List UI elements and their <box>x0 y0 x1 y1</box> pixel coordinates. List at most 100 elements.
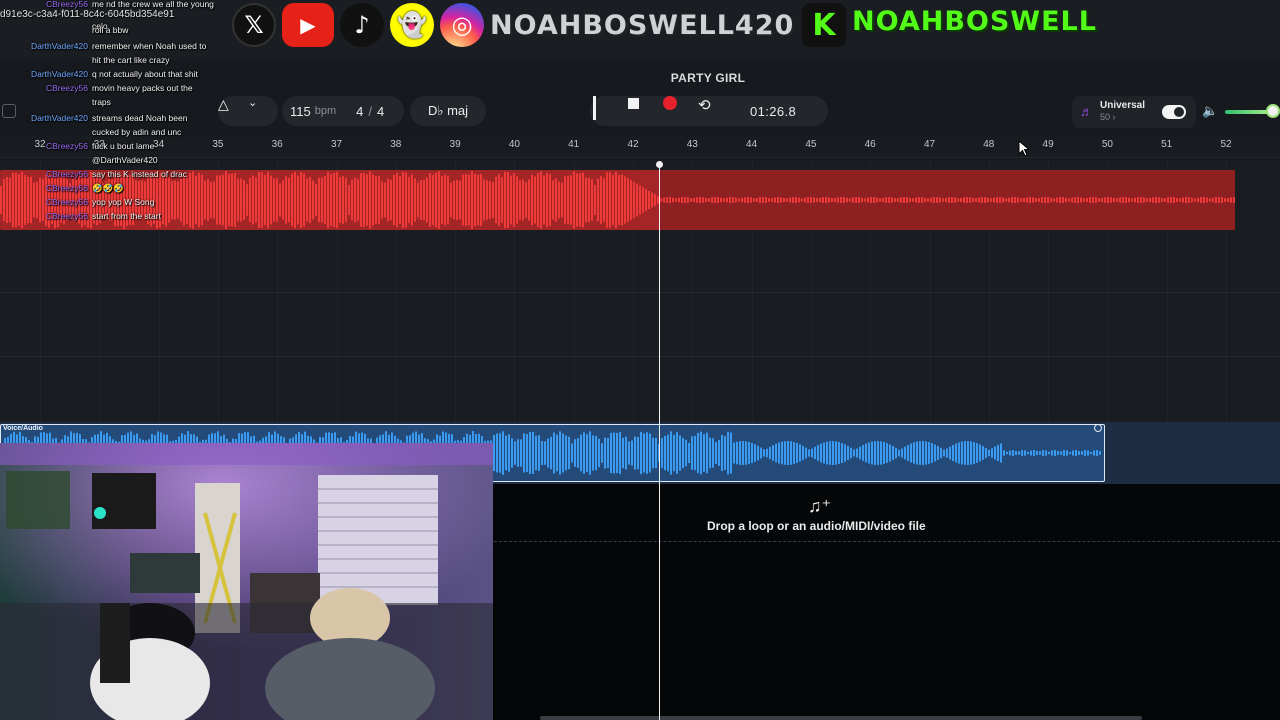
metronome-control[interactable]: △ ⌄ <box>218 96 278 126</box>
waveform-bar <box>609 172 611 228</box>
waveform-bar <box>717 197 719 203</box>
waveform-bar <box>754 444 756 462</box>
waveform-bar <box>577 438 579 468</box>
waveform-bar <box>733 442 735 464</box>
record-button[interactable] <box>663 96 693 126</box>
universal-preset[interactable]: ♬ Universal 50 › <box>1072 96 1196 128</box>
time-sig-numerator[interactable]: 4 <box>356 104 363 119</box>
horizontal-scrollbar[interactable] <box>540 716 1142 720</box>
metronome-icon[interactable]: △ <box>218 96 248 126</box>
waveform-bar <box>0 186 2 214</box>
waveform-bar <box>574 439 576 467</box>
ruler-bar-43: 43 <box>686 139 698 150</box>
chat-text: roll a bbw <box>92 25 129 35</box>
waveform-bar <box>883 442 885 464</box>
waveform-bar <box>619 432 621 474</box>
waveform-bar <box>496 433 498 473</box>
waveform-bar <box>1194 198 1196 202</box>
waveform-bar <box>547 438 549 468</box>
waveform-bar <box>715 441 717 465</box>
playhead-line[interactable] <box>659 163 660 720</box>
waveform-bar <box>628 441 630 465</box>
waveform-bar <box>940 447 942 459</box>
ruler-bar-36: 36 <box>271 139 283 150</box>
waveform-bar <box>1167 197 1169 203</box>
stop-button[interactable] <box>628 96 658 126</box>
waveform-bar <box>411 174 413 226</box>
waveform-bar <box>741 197 743 203</box>
transport-controls: ⟲ 01:26.8 <box>590 96 828 126</box>
lane-divider <box>0 292 1280 293</box>
waveform-bar <box>303 173 305 227</box>
clip-loop-handle-icon[interactable] <box>1094 424 1102 432</box>
waveform-bar <box>180 178 182 222</box>
waveform-bar <box>735 197 737 203</box>
time-sig-denominator[interactable]: 4 <box>377 104 384 119</box>
side-panel-toggle-icon[interactable] <box>2 104 16 118</box>
chat-text: fuck u bout lame <box>92 141 155 151</box>
waveform-bar <box>564 176 566 224</box>
pause-button[interactable] <box>593 96 623 126</box>
waveform-bar <box>639 185 641 215</box>
waveform-bar <box>927 198 929 202</box>
waveform-bar <box>573 171 575 229</box>
waveform-bar <box>984 197 986 203</box>
tempo-timesig-control[interactable]: 115 bpm 4 / 4 <box>282 96 404 126</box>
waveform-bar <box>1036 451 1038 455</box>
waveform-bar <box>1185 197 1187 203</box>
waveform-bar <box>535 435 537 471</box>
waveform-bar <box>33 182 35 218</box>
waveform-bar <box>9 177 11 223</box>
waveform-bar <box>1080 197 1082 203</box>
chat-text: remember when Noah used to <box>92 41 207 51</box>
playhead-handle[interactable] <box>656 161 663 168</box>
loop-button[interactable]: ⟲ <box>698 96 728 126</box>
waveform-bar <box>351 179 353 221</box>
waveform-bar <box>994 446 996 460</box>
waveform-bar <box>709 437 711 469</box>
webcam-feed <box>0 443 493 720</box>
waveform-bar <box>21 171 23 229</box>
bpm-value[interactable]: 115 <box>290 104 311 119</box>
universal-toggle[interactable] <box>1162 105 1186 119</box>
waveform-bar <box>936 197 938 203</box>
waveform-bar <box>318 177 320 223</box>
waveform-bar <box>1209 198 1211 202</box>
waveform-bar <box>306 178 308 222</box>
waveform-bar <box>976 443 978 463</box>
waveform-bar <box>765 197 767 203</box>
snapchat-icon: 👻 <box>390 3 434 47</box>
music-note-icon: ♬ <box>1080 104 1093 119</box>
waveform-bar <box>718 440 720 466</box>
speaker-icon[interactable]: 🔈 <box>1202 103 1218 119</box>
waveform-bar <box>582 172 584 228</box>
loop-icon: ⟲ <box>698 97 711 114</box>
waveform-bar <box>786 198 788 202</box>
waveform-bar <box>970 441 972 465</box>
waveform-bar <box>1044 197 1046 203</box>
waveform-bar <box>979 444 981 462</box>
key-selector[interactable]: D♭ maj <box>410 96 486 126</box>
waveform-bar <box>483 179 485 221</box>
waveform-bar <box>945 197 947 203</box>
volume-knob[interactable] <box>1266 104 1280 118</box>
waveform-bar <box>1084 450 1086 456</box>
waveform-bar <box>802 445 804 461</box>
waveform-bar <box>856 448 858 458</box>
waveform-bar <box>1161 198 1163 202</box>
waveform-bar <box>954 197 956 203</box>
chevron-down-icon[interactable]: ⌄ <box>248 96 278 126</box>
key-value[interactable]: D♭ maj <box>428 103 468 119</box>
waveform-bar <box>249 177 251 223</box>
waveform-bar <box>867 197 869 203</box>
waveform-bar <box>333 172 335 228</box>
universal-sub[interactable]: 50 › <box>1100 112 1116 122</box>
waveform-bar <box>507 172 509 228</box>
dashed-divider <box>494 541 1280 542</box>
waveform-bar <box>1212 197 1214 203</box>
timeline-ruler[interactable]: 32 33 34 35 36 37 38 39 40 41 42 43 44 45 46 47 48 49 50 51… <box>0 136 1280 158</box>
ruler-bar-49: 49 <box>1042 139 1054 150</box>
waveform-bar <box>820 443 822 463</box>
waveform-bar <box>24 175 26 225</box>
x-logo-icon: 𝕏 <box>232 3 276 47</box>
